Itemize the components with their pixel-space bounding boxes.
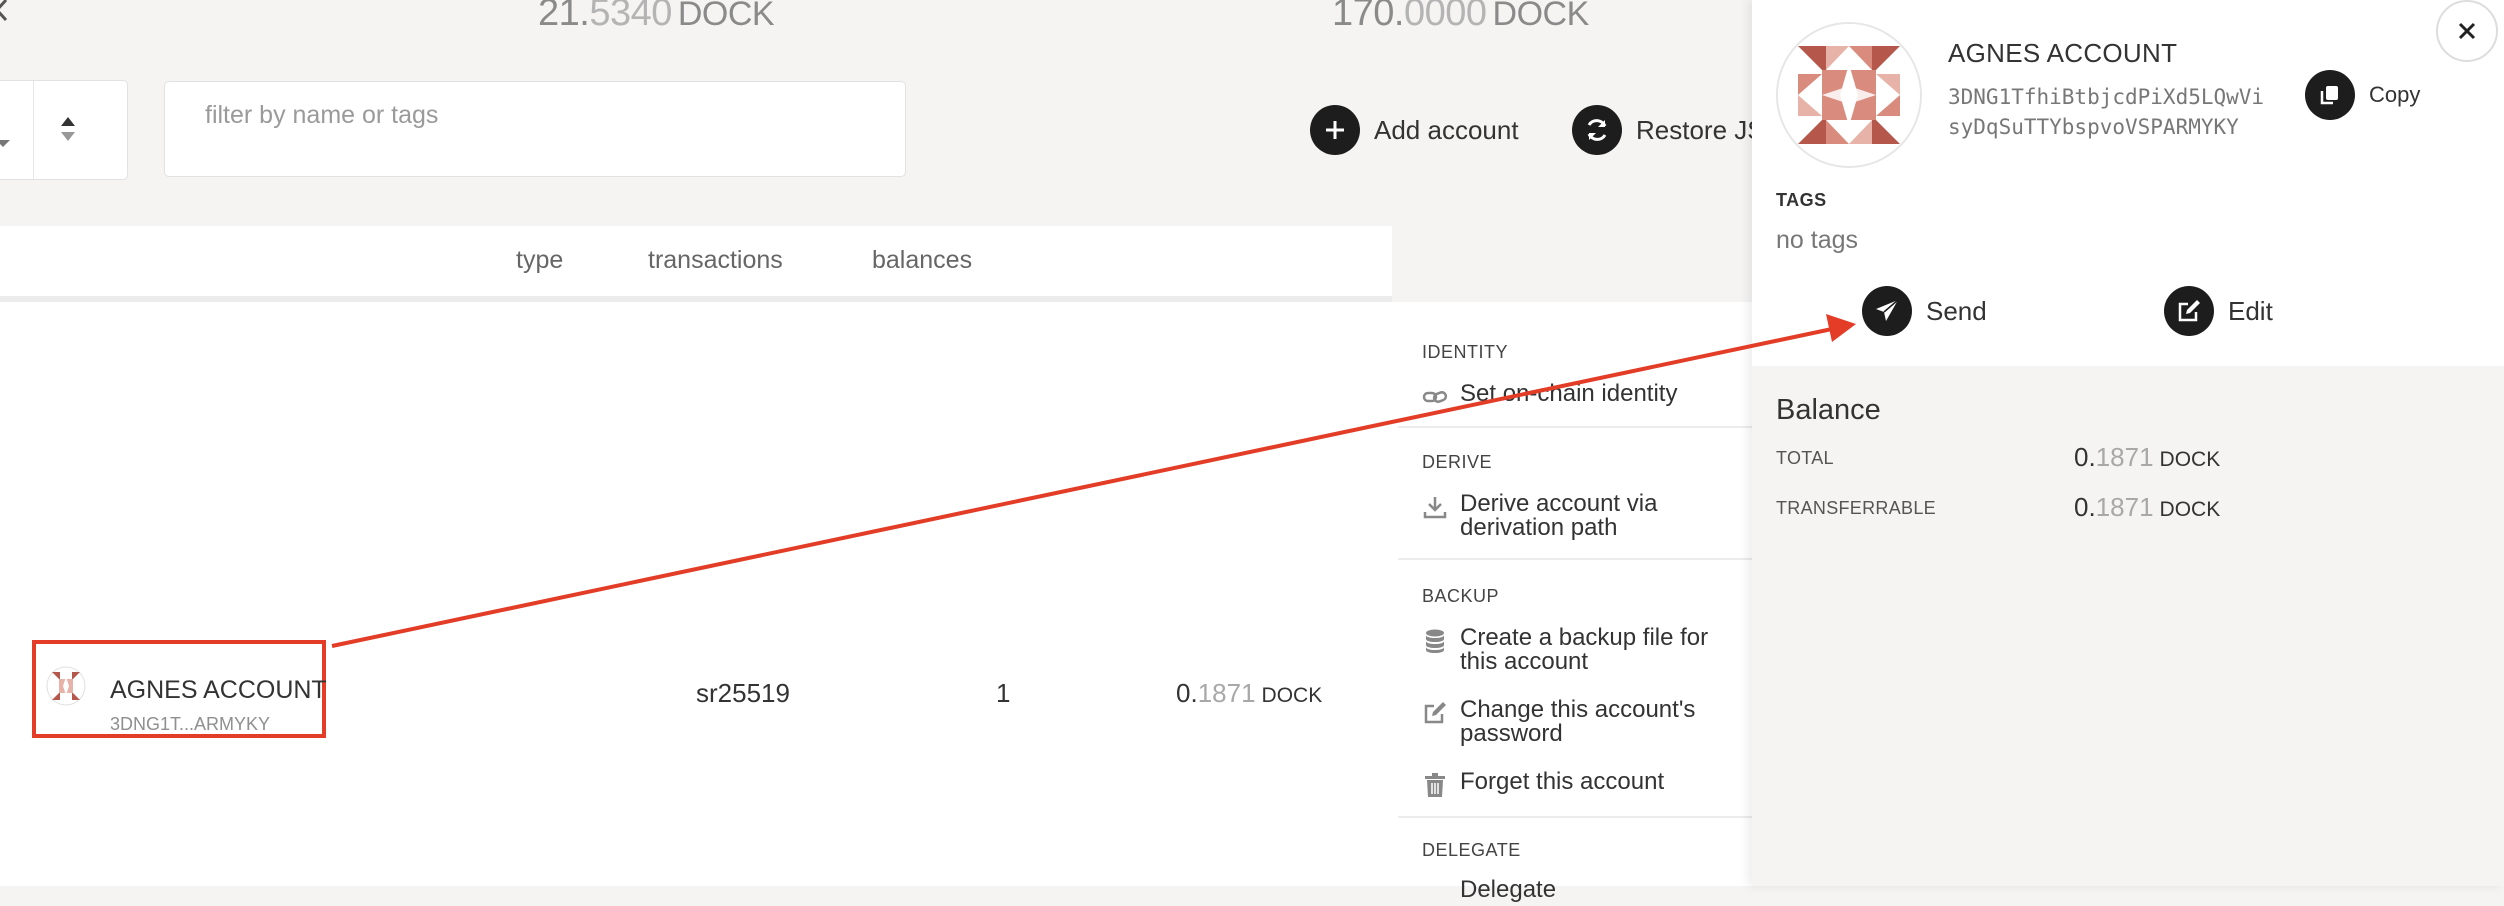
summary-total-balance: 21.5340 DOCK [538, 0, 775, 35]
menu-create-backup[interactable]: Create a backup file for this account [1422, 626, 1722, 674]
menu-backup-header: BACKUP [1422, 586, 1500, 606]
total-value: 0.1871 DOCK [2074, 442, 2220, 473]
total-int: 0. [2074, 442, 2096, 472]
menu-change-password-label: Change this account's password [1460, 696, 1696, 747]
menu-derive-label: Derive account via derivation path [1460, 490, 1658, 541]
copy-icon [2305, 70, 2355, 120]
header-type: type [516, 246, 564, 274]
menu-delegate-header: DELEGATE [1422, 840, 1521, 860]
edit-label: Edit [2228, 295, 2273, 326]
menu-derive-header: DERIVE [1422, 452, 1493, 472]
summary-left-int: 21. [538, 0, 590, 34]
menu-set-identity-label: Set on-chain identity [1460, 380, 1678, 407]
filter-input[interactable] [203, 100, 857, 131]
trash-icon [1422, 772, 1448, 798]
close-icon [2458, 22, 2476, 40]
sync-icon [1572, 105, 1622, 155]
transferrable-int: 0. [2074, 492, 2096, 522]
paper-plane-icon [1862, 286, 1912, 336]
menu-identity-header: IDENTITY [1422, 342, 1509, 362]
account-name[interactable]: AGNES ACCOUNT [110, 676, 327, 705]
row-balance-unit: DOCK [1261, 684, 1323, 707]
copy-label: Copy [2369, 82, 2421, 107]
database-icon [1422, 628, 1448, 654]
summary-left-dec: 5340 [589, 0, 672, 34]
add-account-label: Add account [1374, 114, 1519, 145]
edit-icon [2164, 286, 2214, 336]
account-actions-menu: IDENTITY Set on-chain identity DERIVE De… [1398, 302, 1752, 902]
balance-title: Balance [1776, 394, 1881, 426]
row-balance-int: 0. [1176, 678, 1198, 708]
edit-button[interactable]: Edit [2164, 286, 2273, 336]
header-balances: balances [872, 246, 973, 274]
row-type: sr25519 [696, 678, 790, 708]
menu-delegate-label: Delegate [1460, 876, 1557, 903]
menu-set-identity[interactable]: Set on-chain identity [1422, 382, 1677, 410]
close-sidebar-button[interactable] [2436, 0, 2498, 62]
menu-delegate[interactable]: Delegate [1422, 878, 1556, 906]
tags-value: no tags [1776, 226, 1859, 254]
summary-left-unit: DOCK [677, 0, 775, 33]
add-account-button[interactable]: Add account [1310, 105, 1519, 155]
menu-derive-account[interactable]: Derive account via derivation path [1422, 492, 1722, 540]
download-icon [1422, 494, 1448, 520]
menu-forget-account[interactable]: Forget this account [1422, 770, 1664, 798]
identicon-icon [1778, 24, 1920, 166]
account-row-highlight[interactable]: AGNES ACCOUNT 3DNG1T...ARMYKY [32, 640, 327, 738]
copy-address-button[interactable]: Copy [2305, 70, 2420, 120]
summary-right-unit: DOCK [1492, 0, 1590, 33]
edit-icon [1422, 700, 1448, 726]
row-balance-dec: 1871 [1197, 678, 1256, 708]
total-unit: DOCK [2159, 448, 2221, 471]
link-icon [1422, 384, 1448, 410]
sidebar-account-address: 3DNG1TfhiBtbjcdPiXd5LQwVisyDqSuTTYbspvoV… [1948, 85, 2265, 139]
send-button[interactable]: Send [1862, 286, 1987, 336]
row-balance: 0.1871 DOCK [1176, 678, 1322, 709]
send-label: Send [1926, 295, 1987, 326]
account-address-short: 3DNG1T...ARMYKY [110, 714, 271, 734]
tags-label: TAGS [1776, 190, 1827, 210]
summary-locked-balance: 170.0000 DOCK [1332, 0, 1589, 35]
chevron-down-icon [0, 140, 10, 147]
accounts-table-header: type transactions balances [0, 226, 1392, 302]
total-label: TOTAL [1776, 448, 1834, 468]
menu-change-password[interactable]: Change this account's password [1422, 698, 1722, 746]
account-identicon-large [1776, 22, 1922, 168]
total-dec: 1871 [2095, 442, 2154, 472]
sidebar-account-name[interactable]: AGNES ACCOUNT [1948, 38, 2177, 69]
transferrable-label: TRANSFERRABLE [1776, 498, 1936, 518]
summary-right-int: 170. [1332, 0, 1404, 34]
header-transactions: transactions [648, 246, 783, 274]
summary-right-dec: 0000 [1403, 0, 1487, 34]
plus-icon [1310, 105, 1360, 155]
menu-create-backup-label: Create a backup file for this account [1460, 624, 1709, 675]
row-transactions: 1 [996, 678, 1011, 708]
account-detail-sidebar: AGNES ACCOUNT 3DNG1TfhiBtbjcdPiXd5LQwVis… [1752, 0, 2504, 886]
sort-order-icon[interactable] [59, 115, 77, 143]
transferrable-value: 0.1871 DOCK [2074, 492, 2220, 523]
menu-forget-label: Forget this account [1460, 768, 1665, 795]
transferrable-dec: 1871 [2095, 492, 2154, 522]
transferrable-unit: DOCK [2159, 498, 2221, 521]
account-sort-select[interactable] [0, 80, 128, 180]
account-identicon-icon [46, 666, 86, 706]
filter-input-box[interactable] [164, 81, 906, 177]
back-chevron-icon[interactable] [0, 0, 10, 29]
